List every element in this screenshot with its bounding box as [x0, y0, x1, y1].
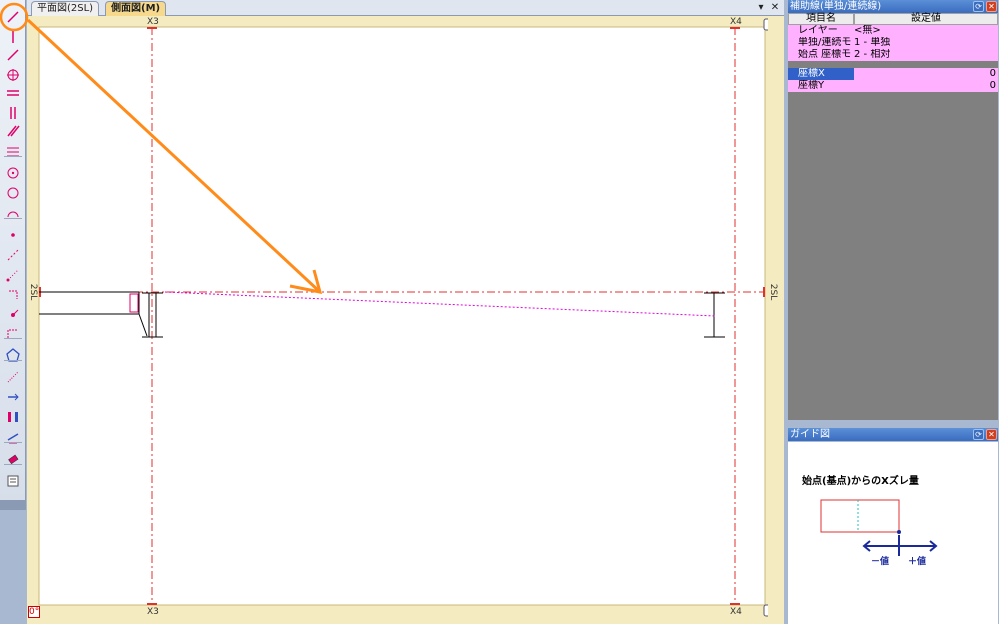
prop-key: 座標X [788, 68, 854, 80]
highlight-circle [0, 2, 29, 32]
guide-origin-point [897, 530, 901, 534]
prop-row-coord-x[interactable]: 座標X 0 [788, 68, 998, 80]
minus-value-label: －値 [871, 557, 890, 567]
prop-value[interactable]: 2 - 相対 [854, 49, 998, 61]
prop-row-coord-y[interactable]: 座標Y 0 [788, 80, 998, 92]
prop-row-layer[interactable]: レイヤー <無> [788, 25, 998, 37]
pin-icon[interactable]: ⟳ [973, 1, 984, 12]
pin-icon[interactable]: ⟳ [973, 429, 984, 440]
prop-value[interactable]: <無> [854, 25, 998, 37]
coord-y-input[interactable]: 0 [854, 80, 998, 92]
guide-title: ガイド図 ⟳ ✕ [788, 428, 998, 441]
prop-key: レイヤー [798, 25, 838, 36]
properties-title: 補助線(単独/連続線) ⟳ ✕ [788, 0, 998, 13]
properties-title-text: 補助線(単独/連続線) [790, 1, 882, 12]
guide-diagram: 始点(基点)からのXズレ量 －値 ＋値 [788, 442, 998, 624]
close-icon[interactable]: ✕ [986, 429, 997, 440]
header-item-name: 項目名 [788, 13, 854, 25]
coord-x-input[interactable]: 0 [854, 68, 998, 80]
prop-value[interactable]: 1 - 単独 [854, 37, 998, 49]
annotation-arrow-line [26, 18, 322, 294]
right-dock: 補助線(単独/連続線) ⟳ ✕ 項目名 設定値 レイヤー <無> 単独/連続モ … [785, 0, 999, 624]
plus-value-label: ＋値 [908, 557, 927, 567]
prop-key: 単独/連続モ [798, 37, 852, 48]
guide-drawing [820, 499, 938, 556]
header-value: 設定値 [854, 13, 998, 25]
close-icon[interactable]: ✕ [986, 1, 997, 12]
prop-row-mode[interactable]: 単独/連続モ 1 - 単独 [788, 37, 998, 49]
guide-rect [820, 499, 900, 533]
prop-row-coord-mode[interactable]: 始点 座標モ 2 - 相対 [788, 49, 998, 61]
properties-grid: 項目名 設定値 レイヤー <無> 単独/連続モ 1 - 単独 始点 座標モ 2 … [788, 13, 998, 420]
guide-title-text: ガイド図 [790, 429, 830, 440]
prop-key: 始点 座標モ [798, 49, 852, 60]
prop-key: 座標Y [798, 80, 825, 91]
